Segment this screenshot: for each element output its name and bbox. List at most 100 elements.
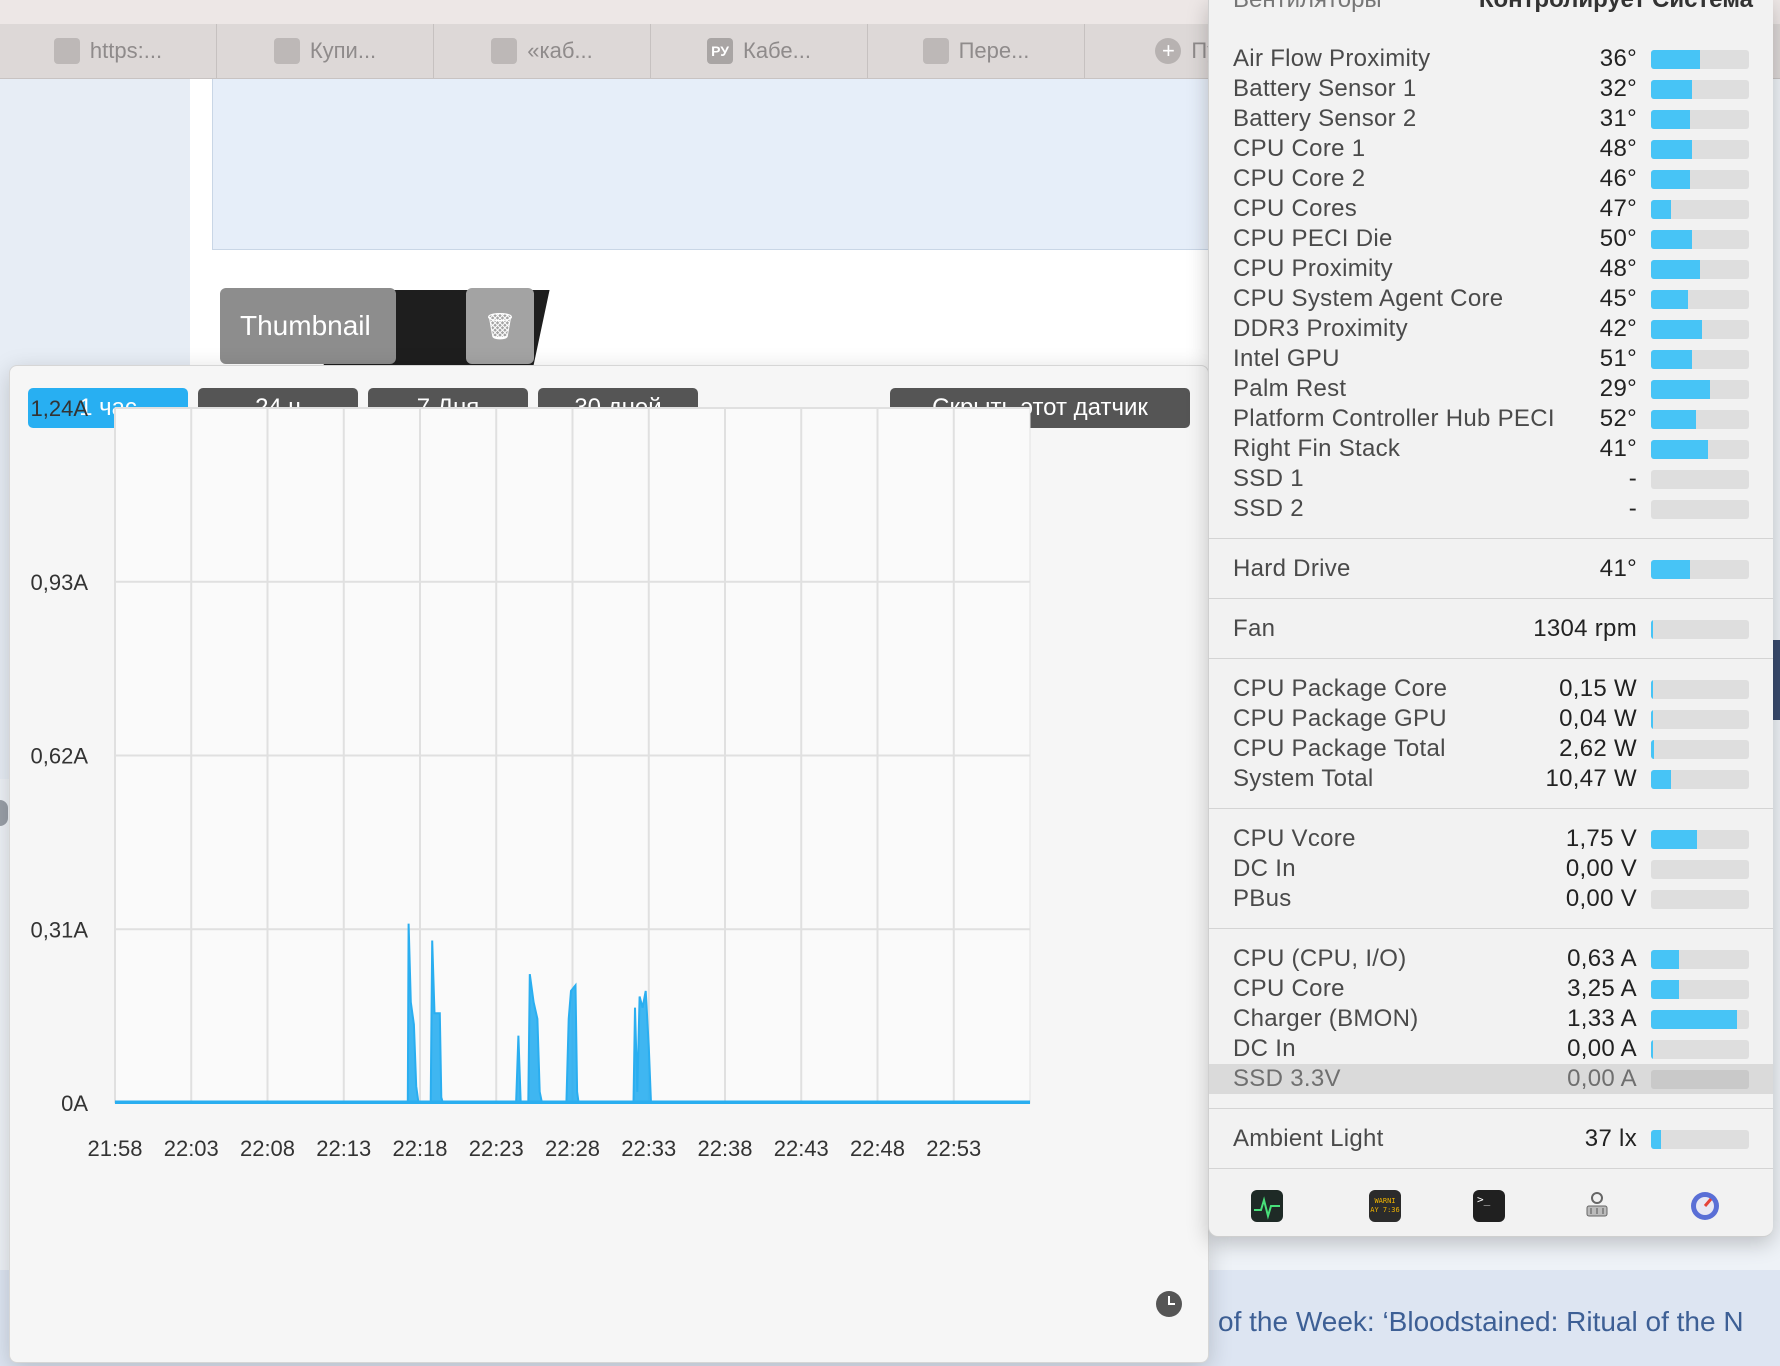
sensor-name: CPU PECI Die	[1233, 225, 1393, 252]
sensor-row[interactable]: DC In 0,00 V	[1209, 854, 1773, 884]
sensor-name: DC In	[1233, 1035, 1296, 1062]
sensor-name: CPU Core	[1233, 975, 1345, 1002]
sensor-row[interactable]: CPU Vcore 1,75 V	[1209, 824, 1773, 854]
console-icon[interactable]: WARNI AY 7:36	[1369, 1190, 1401, 1222]
sensor-row[interactable]: Charger (BMON) 1,33 A	[1209, 1004, 1773, 1034]
power-group: CPU Package Core 0,15 W CPU Package GPU 0,0…	[1209, 674, 1773, 794]
plus-circle-icon: +	[1155, 38, 1182, 64]
sensor-row[interactable]: CPU Cores 47°	[1209, 194, 1773, 224]
browser-tab[interactable]: Купи...	[217, 24, 434, 78]
sensor-row[interactable]: Right Fin Stack 41°	[1209, 434, 1773, 464]
sensor-row[interactable]: CPU Package GPU 0,04 W	[1209, 704, 1773, 734]
sensor-level-bar	[1651, 860, 1749, 879]
sensor-name: CPU Package Total	[1233, 735, 1446, 762]
sensor-row[interactable]: CPU Core 3,25 A	[1209, 974, 1773, 1004]
fan-group: Fan 1304 rpm	[1209, 614, 1773, 644]
sensor-row[interactable]: Battery Sensor 2 31°	[1209, 104, 1773, 134]
activity-monitor-icon[interactable]	[1251, 1190, 1283, 1222]
sensor-value: 45°	[1599, 285, 1637, 312]
sensor-name: SSD 1	[1233, 465, 1304, 492]
sensor-row[interactable]: Platform Controller Hub PECI 52°	[1209, 404, 1773, 434]
system-info-icon[interactable]	[1581, 1190, 1613, 1222]
sensor-level-bar	[1651, 1130, 1749, 1149]
sensor-row[interactable]: PBus 0,00 V	[1209, 884, 1773, 914]
sensor-name: Hard Drive	[1233, 555, 1351, 582]
sensor-name: SSD 2	[1233, 495, 1304, 522]
sensor-level-fill	[1651, 950, 1680, 969]
thumbnail-button[interactable]: Thumbnail	[220, 288, 396, 364]
sensor-level-bar	[1651, 140, 1749, 159]
x-tick-label: 22:33	[621, 1136, 676, 1161]
sensor-level-bar	[1651, 890, 1749, 909]
sensor-value: 0,00 A	[1567, 1065, 1637, 1092]
sensor-level-fill	[1651, 200, 1671, 219]
sensor-name: PBus	[1233, 885, 1292, 912]
sensor-row[interactable]: CPU Package Total 2,62 W	[1209, 734, 1773, 764]
sensor-row[interactable]: Battery Sensor 1 32°	[1209, 74, 1773, 104]
sensor-row[interactable]: Intel GPU 51°	[1209, 344, 1773, 374]
sensor-row[interactable]: CPU PECI Die 50°	[1209, 224, 1773, 254]
fan-control-header: Вентиляторы Контролирует Система	[1233, 0, 1753, 13]
sensor-value: 36°	[1599, 45, 1637, 72]
sensor-level-bar	[1651, 380, 1749, 399]
sensor-row[interactable]: Hard Drive 41°	[1209, 554, 1773, 584]
browser-tab[interactable]: «каб...	[434, 24, 651, 78]
sensor-row[interactable]: SSD 3.3V 0,00 A	[1209, 1064, 1773, 1094]
sensor-row[interactable]: Fan 1304 rpm	[1209, 614, 1773, 644]
sensor-name: DDR3 Proximity	[1233, 315, 1408, 342]
sensor-row[interactable]: Air Flow Proximity 36°	[1209, 44, 1773, 74]
sensor-name: CPU Package Core	[1233, 675, 1448, 702]
sensor-level-fill	[1651, 140, 1693, 159]
sensor-row[interactable]: CPU Package Core 0,15 W	[1209, 674, 1773, 704]
sensor-level-bar	[1651, 350, 1749, 369]
sensor-value: 50°	[1599, 225, 1637, 252]
sensor-value: 41°	[1599, 435, 1637, 462]
sensor-row[interactable]: CPU (CPU, I/O) 0,63 A	[1209, 944, 1773, 974]
sensor-row[interactable]: System Total 10,47 W	[1209, 764, 1773, 794]
sensor-row[interactable]: DDR3 Proximity 42°	[1209, 314, 1773, 344]
box-icon	[491, 38, 518, 64]
sensor-level-fill	[1651, 260, 1700, 279]
sensor-row[interactable]: CPU Core 1 48°	[1209, 134, 1773, 164]
browser-tab[interactable]: Пере...	[868, 24, 1085, 78]
scrollbar[interactable]	[1773, 640, 1780, 720]
plug-icon	[273, 38, 300, 64]
sensor-level-bar	[1651, 290, 1749, 309]
sensor-name: Charger (BMON)	[1233, 1005, 1419, 1032]
sensor-level-fill	[1651, 680, 1653, 699]
sensor-row[interactable]: DC In 0,00 A	[1209, 1034, 1773, 1064]
clock-icon[interactable]	[1156, 1291, 1182, 1317]
trash-icon[interactable]: 🗑	[466, 288, 534, 364]
sensor-level-bar	[1651, 470, 1749, 489]
sensor-value: 0,00 A	[1567, 1035, 1637, 1062]
browser-tab[interactable]: РУ Кабе...	[651, 24, 868, 78]
sensor-level-fill	[1651, 350, 1693, 369]
sensor-name: Battery Sensor 1	[1233, 75, 1417, 102]
sensor-row[interactable]: CPU System Agent Core 45°	[1209, 284, 1773, 314]
separator	[1209, 658, 1773, 659]
x-tick-label: 21:58	[87, 1136, 142, 1161]
sensor-row[interactable]: SSD 2 -	[1209, 494, 1773, 524]
disk-utility-icon[interactable]	[1689, 1190, 1721, 1222]
sensor-row[interactable]: CPU Proximity 48°	[1209, 254, 1773, 284]
y-tick-label: 1,24A	[31, 396, 89, 421]
sensor-level-bar	[1651, 830, 1749, 849]
sensor-level-bar	[1651, 80, 1749, 99]
x-tick-label: 22:03	[164, 1136, 219, 1161]
terminal-icon[interactable]: >_	[1473, 1190, 1505, 1222]
sensor-value: 0,04 W	[1559, 705, 1637, 732]
sensor-level-fill	[1651, 110, 1691, 129]
sensor-name: CPU Vcore	[1233, 825, 1356, 852]
sensor-row[interactable]: CPU Core 2 46°	[1209, 164, 1773, 194]
sensor-row[interactable]: Ambient Light 37 lx	[1209, 1124, 1773, 1154]
sensor-row[interactable]: Palm Rest 29°	[1209, 374, 1773, 404]
article-link[interactable]: of the Week: ‘Bloodstained: Ritual of th…	[1218, 1306, 1744, 1338]
sensor-level-bar	[1651, 260, 1749, 279]
scroll-handle[interactable]	[0, 800, 8, 826]
browser-tab[interactable]: https:...	[0, 24, 217, 78]
sensor-name: CPU Cores	[1233, 195, 1358, 222]
sensor-row[interactable]: SSD 1 -	[1209, 464, 1773, 494]
emblem-icon	[53, 38, 80, 64]
sensor-level-bar	[1651, 1010, 1749, 1029]
page-text-area[interactable]	[212, 79, 1214, 250]
